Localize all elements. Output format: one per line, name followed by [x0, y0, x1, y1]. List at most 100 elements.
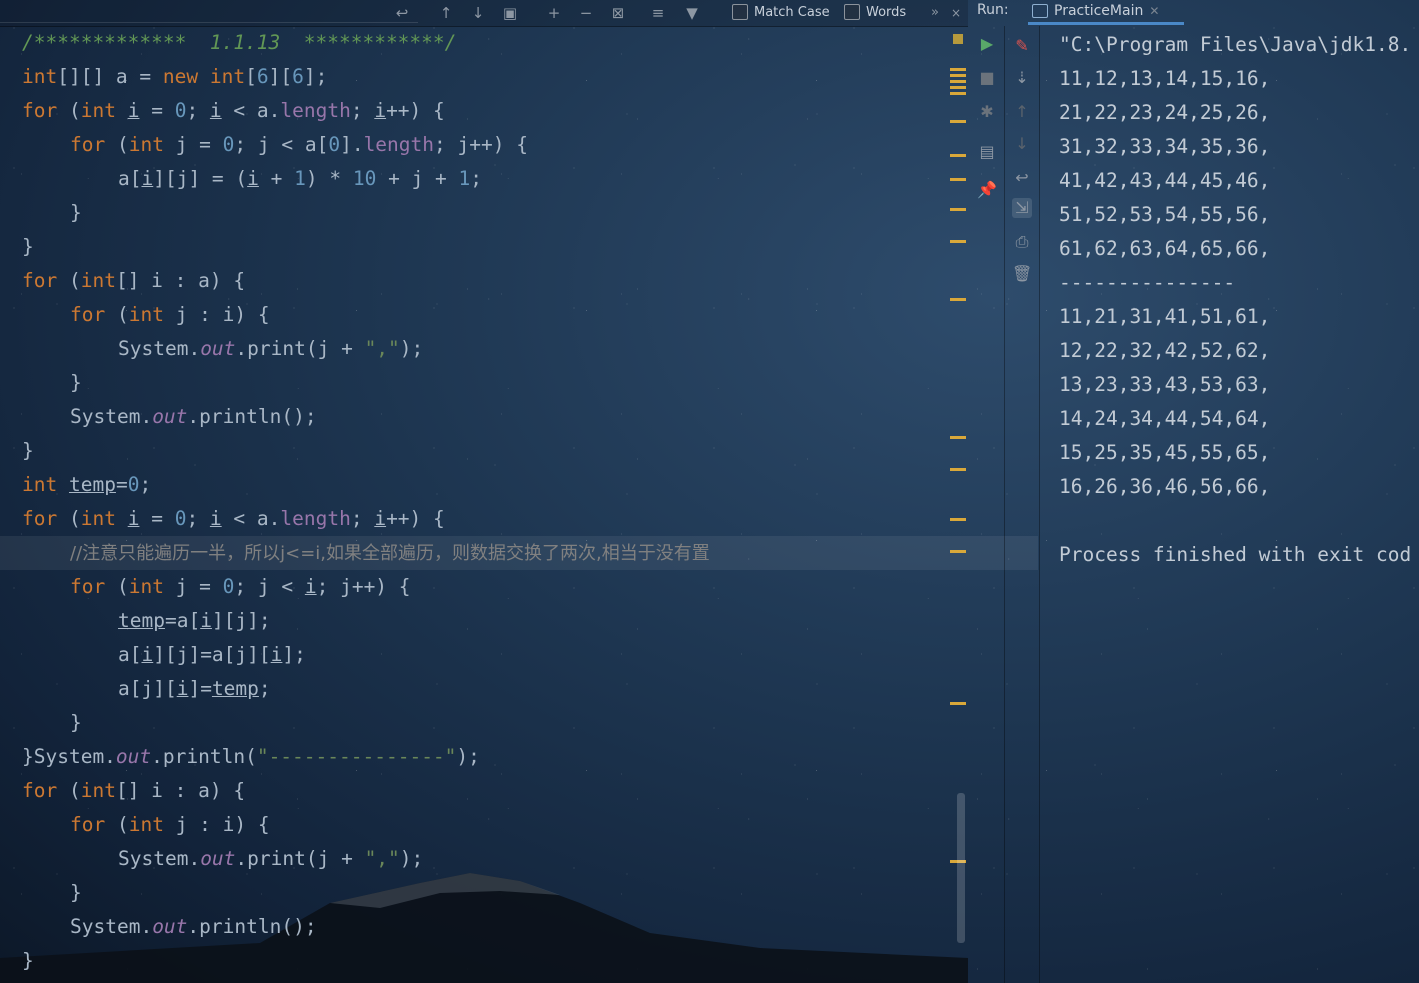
scroll-to-end-icon[interactable]: ⇲: [1012, 198, 1032, 218]
tab-practice-main[interactable]: PracticeMain ✕: [1028, 0, 1184, 25]
trash-icon[interactable]: 🗑: [1012, 264, 1032, 284]
doc-comment: /************* 1.1.13 ************/: [22, 31, 457, 54]
words-label: Words: [866, 4, 907, 20]
console-output[interactable]: "C:\Program Files\Java\jdk1.8. 11,12,13,…: [1042, 26, 1419, 983]
console-line: "C:\Program Files\Java\jdk1.8.: [1059, 33, 1412, 56]
pin-icon[interactable]: 📌: [977, 180, 997, 200]
stop-icon[interactable]: ■: [977, 68, 997, 88]
inspection-status-icon[interactable]: [953, 34, 963, 44]
code-line: for (int i = 0; i < a.length; i++) {: [22, 507, 445, 530]
warning-marker[interactable]: [950, 298, 966, 301]
words-checkbox[interactable]: Words: [844, 4, 906, 20]
console-line: 11,12,13,14,15,16,: [1059, 67, 1271, 90]
console-line: 12,22,32,42,52,62,: [1059, 339, 1271, 362]
match-case-box[interactable]: [732, 4, 748, 20]
close-find-icon[interactable]: ×: [946, 3, 966, 23]
code-line: for (int i = 0; i < a.length; i++) {: [22, 99, 445, 122]
code-line: }: [70, 371, 82, 394]
code-line: for (int j : i) {: [70, 303, 270, 326]
filter-lines-icon[interactable]: ≡: [648, 3, 668, 23]
warning-marker[interactable]: [950, 550, 966, 553]
warning-marker[interactable]: [950, 86, 966, 89]
warning-marker[interactable]: [950, 154, 966, 157]
inline-comment: //注意只能遍历一半，所以j<=i,如果全部遍历，则数据交换了两次,相当于没有置: [70, 543, 710, 564]
console-line: 31,32,33,34,35,36,: [1059, 135, 1271, 158]
soft-wrap-icon[interactable]: ↩: [1012, 168, 1032, 188]
warning-marker[interactable]: [950, 208, 966, 211]
code-line: }: [22, 439, 34, 462]
code-line: }: [22, 235, 34, 258]
code-line: System.out.print(j + ",");: [118, 337, 424, 360]
console-line: 21,22,23,24,25,26,: [1059, 101, 1271, 124]
run-label: Run:: [977, 2, 1009, 18]
code-line: int temp=0;: [22, 473, 152, 496]
select-all-icon[interactable]: ⊠: [608, 3, 628, 23]
code-line: }: [70, 201, 82, 224]
console-line: 16,26,36,46,56,66,: [1059, 475, 1271, 498]
code-line: a[i][j]=a[j][i];: [118, 643, 306, 666]
code-line: System.out.println();: [70, 405, 317, 428]
code-line-current: //注意只能遍历一半，所以j<=i,如果全部遍历，则数据交换了两次,相当于没有置: [0, 536, 1038, 570]
words-box[interactable]: [844, 4, 860, 20]
match-case-label: Match Case: [754, 4, 830, 20]
separator-string: "---------------": [256, 745, 457, 768]
code-line: int[][] a = new int[6][6];: [22, 65, 328, 88]
warning-marker[interactable]: [950, 436, 966, 439]
run-toolbar-right: ✎ ⇣ ↑ ↓ ↩ ⇲ ⎙ 🗑: [1005, 26, 1040, 983]
close-tab-icon[interactable]: ✕: [1149, 4, 1159, 18]
console-line: 15,25,35,45,55,65,: [1059, 441, 1271, 464]
console-line: ---------------: [1059, 271, 1236, 294]
up-arrow-icon[interactable]: ↑: [1012, 102, 1032, 122]
code-line: temp=a[i][j];: [118, 609, 271, 632]
clear-icon[interactable]: ✎: [1012, 36, 1032, 56]
code-line: a[i][j] = (i + 1) * 10 + j + 1;: [118, 167, 483, 190]
console-line: 41,42,43,44,45,46,: [1059, 169, 1271, 192]
code-line: }: [22, 949, 34, 972]
play-icon[interactable]: ▶: [977, 34, 997, 54]
find-toolbar: ↩ ↑ ↓ ▣ + − ⊠ ≡ ▼ Match Case Words » ×: [0, 0, 968, 27]
debug-icon[interactable]: ✱: [977, 102, 997, 122]
down-arrow-icon[interactable]: ↓: [1012, 134, 1032, 154]
code-line: for (int j : i) {: [70, 813, 270, 836]
code-line: for (int j = 0; j < a[0].length; j++) {: [70, 133, 528, 156]
code-line: a[j][i]=temp;: [118, 677, 271, 700]
code-line: /************* 1.1.13 ************/: [0, 26, 990, 60]
next-occurrence-icon[interactable]: ↓: [468, 3, 488, 23]
warning-marker[interactable]: [950, 74, 966, 77]
code-line: for (int j = 0; j < i; j++) {: [70, 575, 411, 598]
warning-marker[interactable]: [950, 702, 966, 705]
run-toolbar-left: ▶ ■ ✱ ▤ 📌: [970, 26, 1005, 983]
filter-icon[interactable]: ▼: [682, 3, 702, 23]
sort-icon[interactable]: ⇣: [1012, 68, 1032, 88]
warning-marker[interactable]: [950, 518, 966, 521]
history-icon[interactable]: ↩: [392, 3, 412, 23]
warning-marker[interactable]: [950, 178, 966, 181]
remove-selection-icon[interactable]: −: [576, 3, 596, 23]
console-line: 51,52,53,54,55,56,: [1059, 203, 1271, 226]
select-all-occurrences-icon[interactable]: ▣: [500, 3, 520, 23]
search-field[interactable]: [0, 0, 418, 23]
warning-marker[interactable]: [950, 120, 966, 123]
add-selection-icon[interactable]: +: [544, 3, 564, 23]
code-editor[interactable]: /************* 1.1.13 ************/ int[…: [0, 26, 1038, 983]
editor-scrollbar[interactable]: [957, 793, 965, 943]
layout-icon[interactable]: ▤: [977, 142, 997, 162]
console-line: 14,24,34,44,54,64,: [1059, 407, 1271, 430]
console-line: 61,62,63,64,65,66,: [1059, 237, 1271, 260]
match-case-checkbox[interactable]: Match Case: [732, 4, 830, 20]
print-icon[interactable]: ⎙: [1012, 232, 1032, 252]
code-line: System.out.print(j + ",");: [118, 847, 424, 870]
code-line: }: [70, 881, 82, 904]
code-line: System.out.println();: [70, 915, 317, 938]
warning-marker[interactable]: [950, 468, 966, 471]
code-line: }System.out.println("---------------");: [22, 745, 480, 768]
warning-marker[interactable]: [950, 240, 966, 243]
more-options-icon[interactable]: »: [925, 3, 945, 23]
warning-marker[interactable]: [950, 68, 966, 71]
console-line: 11,21,31,41,51,61,: [1059, 305, 1271, 328]
warning-marker[interactable]: [950, 92, 966, 95]
code-line: for (int[] i : a) {: [22, 779, 246, 802]
warning-marker[interactable]: [950, 80, 966, 83]
previous-occurrence-icon[interactable]: ↑: [436, 3, 456, 23]
console-line: 13,23,33,43,53,63,: [1059, 373, 1271, 396]
